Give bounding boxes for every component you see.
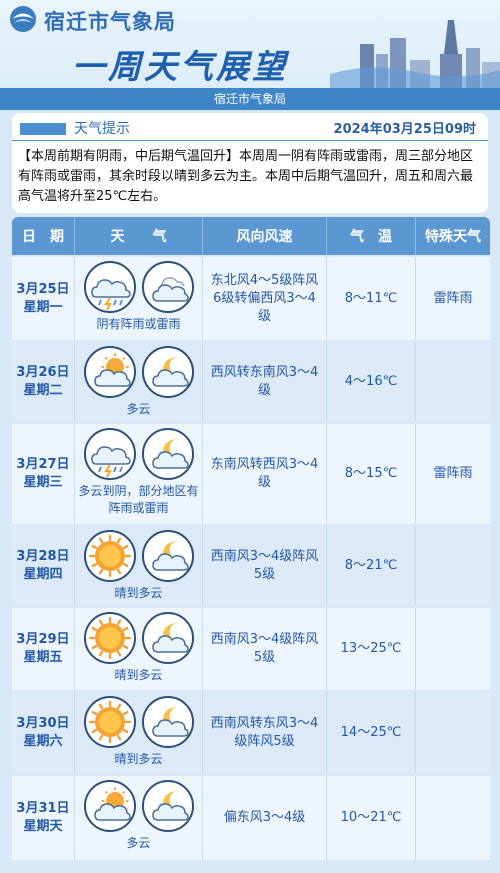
notice-divider — [12, 140, 488, 141]
temperature-cell: 13～25℃ — [327, 608, 416, 690]
table-row: 3月27日 星期三 多云到阴，部分地区有阵雨或雷雨 东南风转西风3～4级 8～1… — [12, 422, 490, 524]
table-row: 3月26日 星期二 多云 西风转东南风3～4级 4～16℃ — [12, 340, 490, 422]
special-weather-cell: 雷阵雨 — [433, 290, 473, 306]
weekday-label: 星期一 — [23, 299, 63, 315]
overcast-cloud-icon — [141, 261, 194, 313]
header-special-weather: 特殊天气 — [425, 229, 481, 245]
date-label: 3月31日 — [16, 801, 70, 816]
special-weather-cell: 雷阵雨 — [433, 466, 473, 481]
sun-icon — [83, 612, 136, 664]
header-banner: 宿迁市气象局 一周天气展望 — [0, 0, 500, 90]
moon-behind-cloud-icon — [141, 346, 194, 398]
weekday-label: 星期天 — [23, 819, 63, 834]
date-label: 3月30日 — [16, 716, 70, 731]
moon-behind-cloud-icon — [141, 428, 194, 480]
weather-description: 多云 — [126, 836, 151, 850]
date-label: 3月28日 — [16, 549, 70, 564]
special-weather-cell — [416, 776, 490, 860]
weekday-label: 星期四 — [23, 567, 63, 582]
header-wind: 风向风速 — [203, 217, 327, 255]
date-cell: 3月26日 星期二 — [12, 342, 75, 422]
sun-icon — [83, 696, 136, 748]
wind-cell: 西风转东南风3～4级 — [203, 342, 327, 422]
date-cell: 3月25日 星期一 — [12, 257, 75, 340]
city-skyline-icon — [330, 20, 500, 90]
table-row: 3月29日 星期五 晴到多云 西南风3～4级阵风5级 13～25℃ — [12, 606, 490, 690]
subtitle-bar: 宿迁市气象局 — [0, 88, 500, 110]
special-weather-cell — [416, 526, 490, 606]
issue-datetime: 2024年03月25日09时 — [333, 122, 476, 137]
notice-header: 天气提示 2024年03月25日09时 — [12, 113, 488, 141]
temperature-cell: 8～11℃ — [327, 257, 416, 340]
date-label: 3月25日 — [16, 281, 70, 297]
weather-description: 晴到多云 — [114, 752, 163, 766]
date-label: 3月29日 — [16, 632, 70, 647]
weekday-label: 星期二 — [23, 383, 63, 398]
agency-name: 宿迁市气象局 — [44, 10, 176, 34]
date-cell: 3月29日 星期五 — [12, 608, 75, 690]
special-weather-cell — [416, 608, 490, 690]
table-header: 日 期 天 气 风向风速 气 温 特殊天气 — [12, 217, 490, 255]
table-row: 3月25日 星期一 阴有阵雨或雷雨 东北风4～5级阵风6级转偏西风3～4级 8～… — [12, 255, 490, 340]
cloud-thunder-rain-icon — [83, 261, 136, 313]
temperature-cell: 10～21℃ — [327, 776, 416, 860]
wind-cell: 东南风转西风3～4级 — [203, 424, 327, 524]
date-cell: 3月27日 星期三 — [12, 424, 75, 524]
temperature-cell: 14～25℃ — [327, 692, 416, 774]
header-weather: 天 气 — [75, 217, 203, 255]
weekday-label: 星期六 — [23, 734, 63, 749]
moon-behind-cloud-icon — [141, 780, 194, 832]
weather-cell: 阴有阵雨或雷雨 — [75, 257, 203, 340]
table-row: 3月28日 星期四 晴到多云 西南风3～4级阵风5级 8～21℃ — [12, 524, 490, 606]
weather-description: 阴有阵雨或雷雨 — [96, 317, 181, 331]
weather-cell: 多云到阴，部分地区有阵雨或雷雨 — [75, 424, 203, 524]
date-cell: 3月28日 星期四 — [12, 526, 75, 606]
weather-description: 晴到多云 — [114, 668, 163, 682]
notice-text: 【本周前期有阴雨，中后期气温回升】本周周一阴有阵雨或雷雨，周三部分地区有阵雨或雷… — [18, 149, 474, 204]
weather-cell: 晴到多云 — [75, 692, 203, 774]
weather-cell: 多云 — [75, 776, 203, 860]
temperature-cell: 8～21℃ — [327, 526, 416, 606]
weather-cell: 晴到多云 — [75, 526, 203, 606]
sun-behind-cloud-icon — [83, 780, 136, 832]
header-temperature: 气 温 — [327, 217, 416, 255]
wind-cell: 西南风3～4级阵风5级 — [203, 526, 327, 606]
moon-behind-cloud-icon — [141, 612, 194, 664]
page-title: 一周天气展望 — [72, 47, 288, 86]
sun-icon — [83, 530, 136, 582]
notice-label: 天气提示 — [74, 121, 130, 137]
wind-cell: 西南风转东风3～4级阵风5级 — [203, 692, 327, 774]
date-label: 3月27日 — [16, 457, 70, 472]
header-date: 日 期 — [12, 217, 75, 255]
date-label: 3月26日 — [16, 365, 70, 380]
moon-behind-cloud-icon — [141, 696, 194, 748]
weather-description: 晴到多云 — [114, 586, 163, 600]
weather-cell: 多云 — [75, 342, 203, 422]
weekday-label: 星期三 — [23, 475, 63, 490]
cloud-thunder-rain-icon — [83, 428, 136, 480]
temperature-cell: 8～15℃ — [327, 424, 416, 524]
date-cell: 3月30日 星期六 — [12, 692, 75, 774]
date-cell: 3月31日 星期天 — [12, 776, 75, 860]
weather-bureau-logo-icon — [10, 6, 36, 32]
moon-behind-cloud-icon — [141, 530, 194, 582]
weather-description: 多云 — [126, 402, 151, 416]
temperature-cell: 4～16℃ — [327, 342, 416, 422]
wind-cell: 偏东风3～4级 — [203, 776, 327, 860]
wind-cell: 东北风4～5级阵风6级转偏西风3～4级 — [203, 257, 327, 340]
table-row: 3月31日 星期天 多云 偏东风3～4级 10～21℃ — [12, 774, 490, 860]
special-weather-cell — [416, 342, 490, 422]
sun-behind-cloud-icon — [83, 346, 136, 398]
forecast-table: 日 期 天 气 风向风速 气 温 特殊天气 3月25日 星期一 阴有阵雨或雷雨 … — [12, 217, 490, 860]
notice-tab-marker — [20, 123, 66, 135]
weather-notice-card: 天气提示 2024年03月25日09时 【本周前期有阴雨，中后期气温回升】本周周… — [12, 113, 488, 213]
weather-description: 多云到阴，部分地区有阵雨或雷雨 — [78, 484, 199, 515]
wind-cell: 西南风3～4级阵风5级 — [203, 608, 327, 690]
table-row: 3月30日 星期六 晴到多云 西南风转东风3～4级阵风5级 14～25℃ — [12, 690, 490, 774]
weekday-label: 星期五 — [23, 650, 63, 665]
special-weather-cell — [416, 692, 490, 774]
weather-cell: 晴到多云 — [75, 608, 203, 690]
